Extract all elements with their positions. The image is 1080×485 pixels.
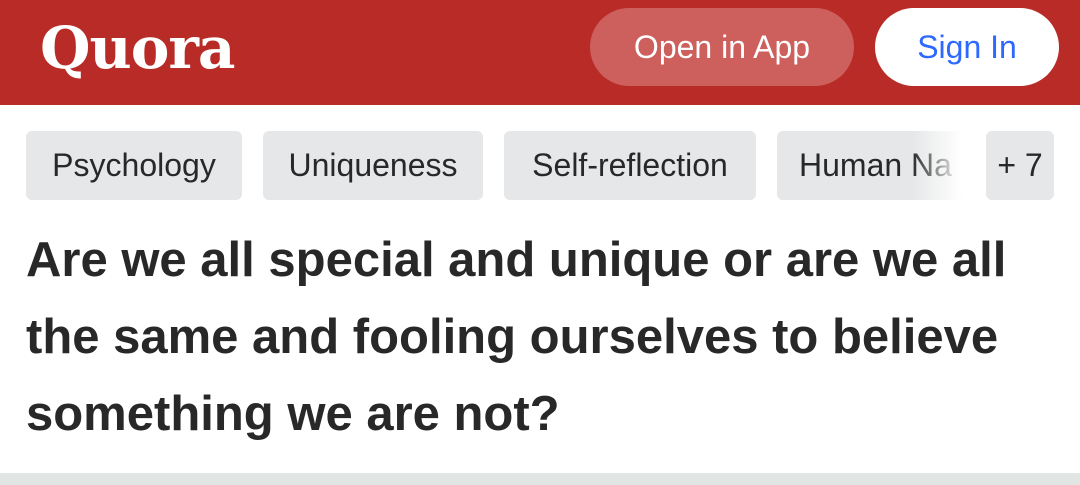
topic-tag-psychology[interactable]: Psychology	[26, 131, 242, 200]
topic-tag-self-reflection[interactable]: Self-reflection	[504, 131, 756, 200]
top-header: Quora Open in App Sign In	[0, 0, 1080, 105]
topic-tags-row: Psychology Uniqueness Self-reflection Hu…	[0, 131, 1080, 200]
sign-in-button[interactable]: Sign In	[875, 8, 1059, 86]
open-in-app-button[interactable]: Open in App	[590, 8, 854, 86]
topic-tag-human-nature[interactable]: Human Na	[777, 131, 962, 200]
section-divider	[0, 473, 1080, 485]
topic-tag-uniqueness[interactable]: Uniqueness	[263, 131, 483, 200]
question-title: Are we all special and unique or are we …	[26, 233, 1007, 441]
more-topics-button[interactable]: + 7	[986, 131, 1054, 200]
quora-logo[interactable]: Quora	[40, 8, 236, 88]
